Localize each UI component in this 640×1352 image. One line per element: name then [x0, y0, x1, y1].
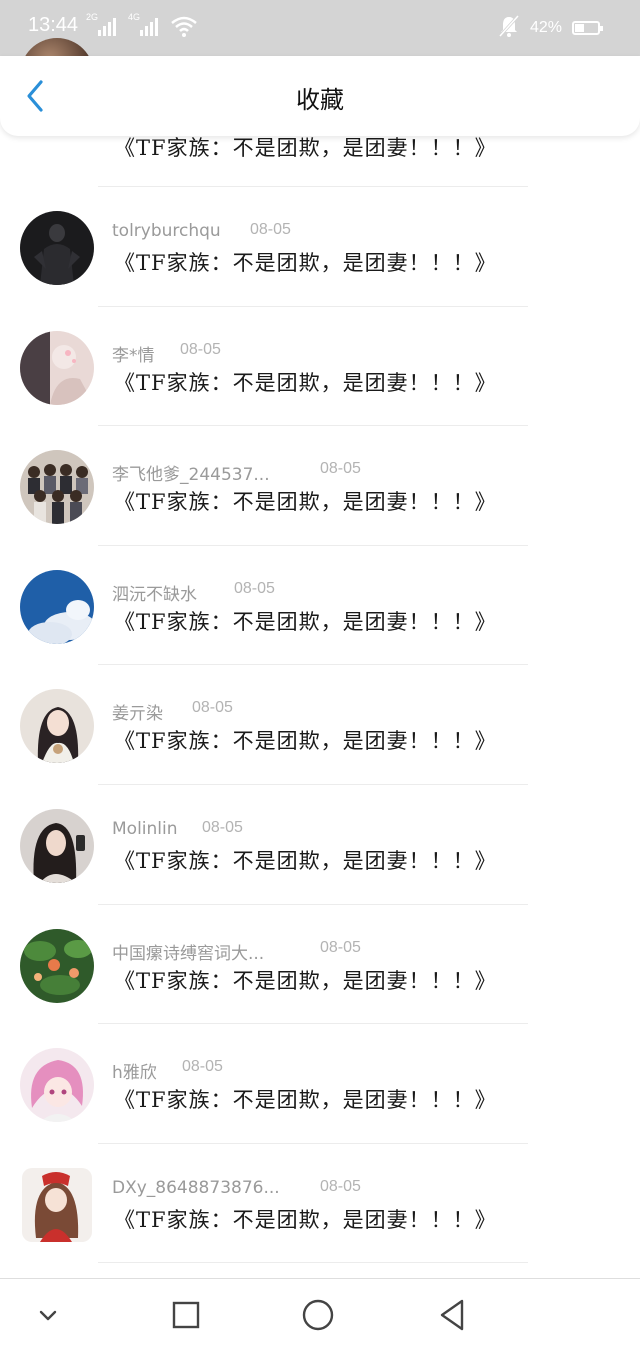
list-item[interactable]: 李*情 08-05 《TF家族：不是团欺，是团妻！！！》	[0, 307, 640, 427]
battery-icon	[572, 21, 603, 35]
date: 08-05	[320, 1177, 361, 1195]
item-meta: DXy_8648873876... 08-05	[112, 1177, 361, 1198]
back-nav-button[interactable]	[432, 1295, 472, 1335]
username: 姜亓染	[112, 704, 163, 725]
date: 08-05	[320, 938, 361, 956]
avatar	[20, 569, 94, 644]
system-nav-bar	[0, 1278, 640, 1352]
signal-icon: 2G	[86, 12, 122, 38]
avatar	[20, 450, 94, 525]
list-item[interactable]: Molinlin 08-05 《TF家族：不是团欺，是团妻！！！》	[0, 785, 640, 905]
avatar	[20, 211, 94, 285]
username: Molinlin	[112, 818, 178, 839]
post-title: 《TF家族：不是团欺，是团妻！！！》	[114, 490, 497, 515]
item-meta: Molinlin 08-05	[112, 818, 243, 839]
item-meta: 泗沅不缺水 08-05	[112, 580, 275, 605]
home-button[interactable]	[298, 1295, 338, 1335]
list-item[interactable]: tolryburchqu 08-05 《TF家族：不是团欺，是团妻！！！》	[0, 187, 640, 307]
post-title: 《TF家族：不是团欺，是团妻！！！》	[114, 370, 497, 395]
avatar	[20, 928, 94, 1003]
status-time: 13:44	[28, 14, 79, 36]
circle-icon	[302, 1299, 334, 1331]
post-title: 《TF家族：不是团欺，是团妻！！！》	[114, 729, 497, 754]
post-title: 《TF家族：不是团欺，是团妻！！！》	[114, 136, 497, 160]
avatar	[20, 330, 94, 405]
header: 收藏	[0, 56, 640, 136]
list-item[interactable]: 李飞他爹_244537... 08-05 《TF家族：不是团欺，是团妻！！！》	[0, 426, 640, 546]
date: 08-05	[182, 1058, 223, 1076]
battery-level-fill	[575, 24, 584, 32]
avatar	[20, 689, 94, 764]
battery-percent: 42%	[529, 19, 562, 36]
post-title: 《TF家族：不是团欺，是团妻！！！》	[114, 1207, 497, 1232]
chevron-down-icon	[39, 1310, 57, 1321]
list-item[interactable]: 姜亓染 08-05 《TF家族：不是团欺，是团妻！！！》	[0, 665, 640, 785]
avatar	[20, 808, 94, 883]
sim2-network-label: 4G	[128, 12, 141, 22]
page-title: 收藏	[296, 86, 344, 114]
username: DXy_8648873876...	[112, 1177, 280, 1198]
status-bar: 13:44 2G 4G 42%	[0, 0, 640, 56]
item-meta: 李飞他爹_244537... 08-05	[112, 460, 361, 486]
username: 李*情	[112, 345, 155, 366]
signal-icon: 4G	[128, 12, 164, 38]
username: 中国瘰诗缚窖词大...	[112, 943, 265, 964]
list-item[interactable]: 泗沅不缺水 08-05 《TF家族：不是团欺，是团妻！！！》	[0, 546, 640, 666]
post-title: 《TF家族：不是团欺，是团妻！！！》	[114, 848, 497, 873]
date: 08-05	[202, 818, 243, 836]
square-icon	[172, 1301, 200, 1329]
date: 08-05	[234, 579, 275, 597]
hide-nav-button[interactable]	[28, 1295, 68, 1335]
date: 08-05	[192, 699, 233, 717]
muted-bell-icon	[498, 14, 520, 42]
avatar	[20, 1048, 94, 1123]
avatar	[22, 1167, 92, 1242]
triangle-back-icon	[440, 1299, 464, 1331]
item-meta: 李*情 08-05	[112, 341, 221, 366]
username: 李飞他爹_244537...	[112, 465, 270, 486]
status-right-group: 42%	[498, 14, 603, 42]
post-title: 《TF家族：不是团欺，是团妻！！！》	[114, 1088, 497, 1113]
date: 08-05	[320, 460, 361, 478]
sim1-network-label: 2G	[86, 12, 99, 22]
item-meta: tolryburchqu 08-05	[112, 221, 291, 241]
list-item[interactable]: h雅欣 08-05 《TF家族：不是团欺，是团妻！！！》	[0, 1024, 640, 1144]
date: 08-05	[180, 340, 221, 358]
date: 08-05	[250, 221, 291, 238]
post-title: 《TF家族：不是团欺，是团妻！！！》	[114, 609, 497, 634]
username: 泗沅不缺水	[112, 584, 197, 605]
item-meta: 中国瘰诗缚窖词大... 08-05	[112, 939, 361, 964]
wifi-icon	[170, 14, 198, 38]
list-item[interactable]: 中国瘰诗缚窖词大... 08-05 《TF家族：不是团欺，是团妻！！！》	[0, 905, 640, 1025]
list-item[interactable]: DXy_8648873876... 08-05 《TF家族：不是团欺，是团妻！！…	[0, 1144, 640, 1264]
item-meta: 姜亓染 08-05	[112, 699, 233, 725]
item-meta: h雅欣 08-05	[112, 1058, 223, 1084]
post-title: 《TF家族：不是团欺，是团妻！！！》	[114, 968, 497, 993]
username: h雅欣	[112, 1063, 157, 1084]
favorites-list: 《TF家族：不是团欺，是团妻！！！》 tolryburchqu 08-05 《T…	[0, 38, 640, 1264]
recents-button[interactable]	[166, 1295, 206, 1335]
divider	[98, 1262, 528, 1264]
post-title: 《TF家族：不是团欺，是团妻！！！》	[114, 251, 497, 275]
username: tolryburchqu	[112, 221, 221, 241]
